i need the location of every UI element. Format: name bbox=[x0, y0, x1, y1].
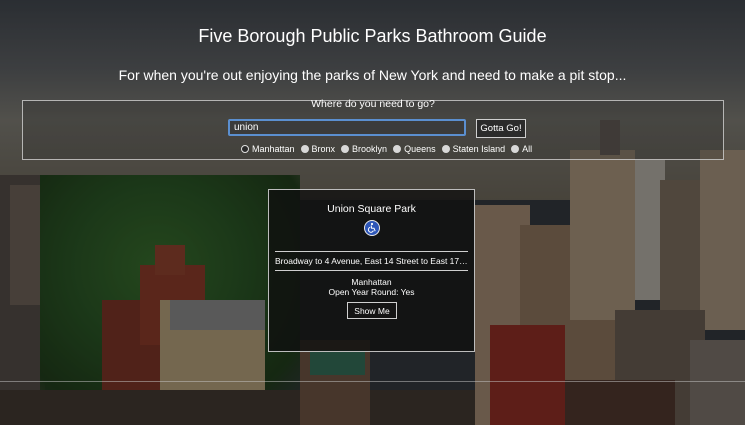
divider bbox=[0, 381, 745, 382]
search-prompt: Where do you need to go? bbox=[311, 98, 435, 110]
divider bbox=[275, 251, 468, 252]
radio-label: Bronx bbox=[311, 144, 336, 154]
radio-queens[interactable]: Queens bbox=[393, 144, 436, 154]
search-prompt-wrap: Where do you need to go? bbox=[23, 98, 723, 110]
radio-selected-icon[interactable] bbox=[241, 145, 249, 153]
page-subtitle: For when you're out enjoying the parks o… bbox=[118, 67, 627, 83]
gotta-go-button[interactable]: Gotta Go! bbox=[476, 119, 526, 138]
radio-icon[interactable] bbox=[393, 145, 402, 153]
radio-bronx[interactable]: Bronx bbox=[300, 144, 336, 154]
radio-all[interactable]: All bbox=[511, 144, 532, 154]
divider bbox=[275, 270, 468, 271]
borough-radio-group: Manhattan Bronx Brooklyn Queens Staten I… bbox=[241, 144, 532, 154]
open-year-round: Open Year Round: Yes bbox=[328, 287, 415, 297]
page-title: Five Borough Public Parks Bathroom Guide bbox=[198, 26, 547, 46]
park-name: Union Square Park bbox=[327, 203, 416, 215]
radio-icon[interactable] bbox=[441, 145, 450, 153]
radio-brooklyn[interactable]: Brooklyn bbox=[341, 144, 387, 154]
park-address: Broadway to 4 Avenue, East 14 Street to … bbox=[275, 256, 468, 266]
radio-icon[interactable] bbox=[300, 145, 309, 153]
result-card: Union Square Park Broadway to 4 Avenue, … bbox=[268, 189, 475, 352]
radio-label: Brooklyn bbox=[352, 144, 388, 154]
radio-label: Staten Island bbox=[452, 144, 506, 154]
park-borough: Manhattan bbox=[351, 277, 392, 287]
radio-icon[interactable] bbox=[341, 145, 350, 153]
radio-staten-island[interactable]: Staten Island bbox=[441, 144, 506, 154]
radio-icon[interactable] bbox=[511, 145, 520, 153]
show-me-button[interactable]: Show Me bbox=[347, 302, 397, 319]
radio-label: All bbox=[522, 144, 533, 154]
search-input[interactable] bbox=[228, 119, 466, 136]
radio-label: Queens bbox=[404, 144, 436, 154]
radio-manhattan[interactable]: Manhattan bbox=[241, 144, 295, 154]
radio-label: Manhattan bbox=[252, 144, 295, 154]
search-panel: Where do you need to go? Gotta Go! Manha… bbox=[22, 98, 724, 160]
wheelchair-icon bbox=[364, 220, 380, 236]
